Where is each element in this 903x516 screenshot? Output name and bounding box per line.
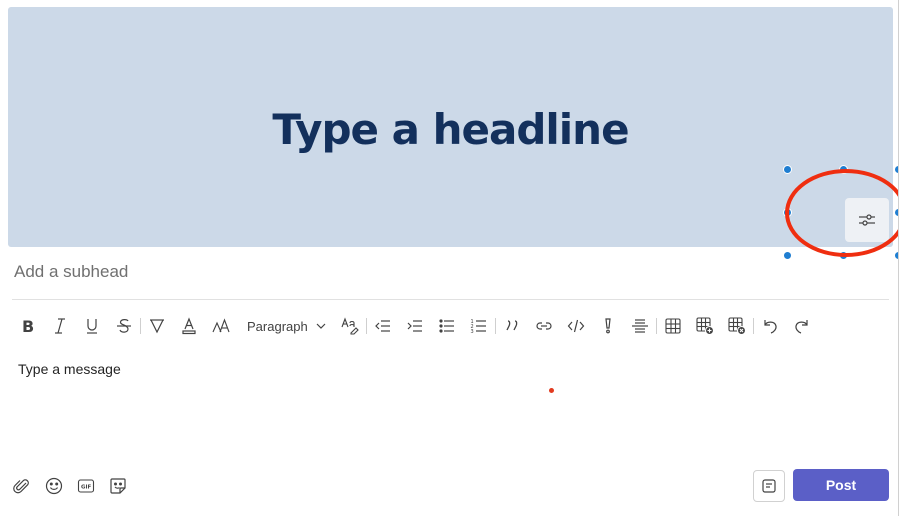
- numbered-list-icon: 123: [470, 319, 486, 335]
- add-table-row-icon: [696, 317, 714, 335]
- code-snippet-icon: [567, 319, 585, 333]
- delete-table-row-button[interactable]: [721, 312, 753, 340]
- svg-text:3: 3: [470, 329, 473, 335]
- add-table-row-button[interactable]: [689, 312, 721, 340]
- link-button[interactable]: [528, 312, 560, 340]
- highlight-icon: [150, 319, 164, 334]
- attach-button[interactable]: [6, 472, 38, 500]
- bulleted-list-button[interactable]: [431, 312, 463, 340]
- italic-icon: [55, 318, 65, 334]
- font-color-icon: [182, 317, 196, 335]
- insert-table-icon: [665, 318, 681, 334]
- font-size-button[interactable]: [205, 312, 237, 340]
- insert-table-button[interactable]: [657, 312, 689, 340]
- subhead-input[interactable]: Add a subhead: [14, 262, 128, 282]
- headline-input[interactable]: Type a headline: [8, 105, 893, 154]
- emoji-button[interactable]: [38, 472, 70, 500]
- bulleted-list-icon: [439, 319, 454, 333]
- link-icon: [536, 322, 552, 330]
- gif-icon: GIF: [77, 479, 95, 493]
- bold-icon: B: [22, 317, 34, 335]
- code-snippet-button[interactable]: [560, 312, 592, 340]
- horizontal-rule-button[interactable]: [624, 312, 656, 340]
- quote-icon: [506, 320, 518, 331]
- resize-handle-top-left[interactable]: [783, 165, 792, 174]
- clear-format-button[interactable]: [334, 312, 366, 340]
- underline-button[interactable]: [76, 312, 108, 340]
- chevron-down-icon: [316, 323, 326, 329]
- bold-button[interactable]: B: [12, 312, 44, 340]
- clear-format-icon: [341, 317, 359, 335]
- quote-button[interactable]: [496, 312, 528, 340]
- headline-banner[interactable]: Type a headline: [8, 7, 893, 247]
- font-size-icon: [212, 318, 230, 333]
- paragraph-style-label: Paragraph: [247, 318, 308, 334]
- attach-icon: [13, 479, 29, 494]
- sticker-button[interactable]: [102, 472, 134, 500]
- formatting-toolbar: B Paragraph 123: [12, 312, 818, 340]
- italic-button[interactable]: [44, 312, 76, 340]
- svg-text:GIF: GIF: [81, 485, 92, 491]
- window-edge: [898, 0, 903, 516]
- compose-options-icon: [762, 479, 776, 493]
- redo-icon: [795, 320, 808, 334]
- emoji-icon: [45, 477, 63, 495]
- underline-icon: [87, 319, 97, 334]
- decrease-indent-button[interactable]: [367, 312, 399, 340]
- gif-button[interactable]: GIF: [70, 472, 102, 500]
- strikethrough-icon: [117, 319, 131, 333]
- sticker-icon: [110, 478, 126, 494]
- resize-handle-bottom-left[interactable]: [783, 251, 792, 260]
- highlight-button[interactable]: [141, 312, 173, 340]
- divider: [12, 299, 889, 300]
- strikethrough-button[interactable]: [108, 312, 140, 340]
- svg-text:B: B: [22, 317, 34, 335]
- format-toggle-button[interactable]: [753, 470, 785, 502]
- compose-extensions: GIF: [6, 472, 134, 500]
- redo-button[interactable]: [786, 312, 818, 340]
- numbered-list-button[interactable]: 123: [463, 312, 495, 340]
- increase-indent-icon: [407, 320, 422, 332]
- paragraph-style-dropdown[interactable]: Paragraph: [237, 312, 334, 340]
- horizontal-rule-icon: [631, 319, 648, 333]
- post-button[interactable]: Post: [793, 469, 889, 501]
- undo-button[interactable]: [754, 312, 786, 340]
- font-color-button[interactable]: [173, 312, 205, 340]
- increase-indent-button[interactable]: [399, 312, 431, 340]
- important-button[interactable]: [592, 312, 624, 340]
- delete-table-row-icon: [728, 317, 746, 335]
- annotation-dot: [549, 388, 554, 393]
- annotation-circle: [785, 169, 903, 257]
- message-input[interactable]: Type a message: [18, 361, 121, 377]
- undo-icon: [764, 320, 777, 334]
- important-icon: [605, 318, 611, 334]
- decrease-indent-icon: [374, 320, 390, 332]
